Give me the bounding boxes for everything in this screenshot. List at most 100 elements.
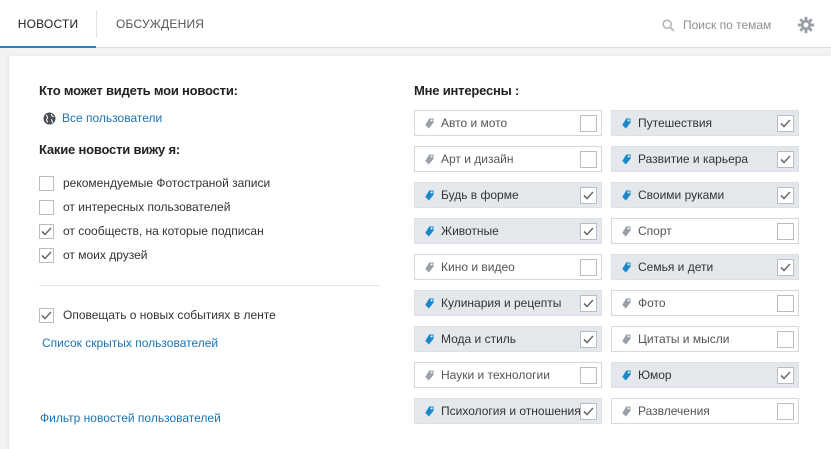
topic-item[interactable]: Арт и дизайн bbox=[414, 146, 602, 172]
topic-label: Будь в форме bbox=[441, 188, 519, 202]
tag-icon bbox=[622, 406, 631, 416]
topic-checkbox[interactable] bbox=[777, 403, 794, 420]
topic-checkbox[interactable] bbox=[777, 259, 794, 276]
divider bbox=[39, 285, 379, 286]
topic-label: Арт и дизайн bbox=[441, 152, 514, 166]
option-recommended[interactable]: рекомендуемые Фотостраной записи bbox=[39, 175, 270, 191]
topic-item[interactable]: Фото bbox=[611, 290, 799, 316]
topic-item[interactable]: Юмор bbox=[611, 362, 799, 388]
tag-icon bbox=[622, 226, 631, 236]
topic-checkbox[interactable] bbox=[580, 295, 597, 312]
topic-item[interactable]: Развитие и карьера bbox=[611, 146, 799, 172]
topic-item[interactable]: Путешествия bbox=[611, 110, 799, 136]
topic-label: Путешествия bbox=[638, 116, 713, 130]
checkbox[interactable] bbox=[39, 175, 54, 191]
topic-label: Авто и мото bbox=[441, 116, 508, 130]
topic-checkbox[interactable] bbox=[580, 187, 597, 204]
topic-item[interactable]: Цитаты и мысли bbox=[611, 326, 799, 352]
topic-item[interactable]: Кулинария и рецепты bbox=[414, 290, 602, 316]
tag-icon bbox=[425, 370, 434, 380]
option-friends[interactable]: от моих друзей bbox=[39, 247, 148, 263]
tag-icon bbox=[425, 298, 434, 308]
tag-icon bbox=[425, 154, 434, 164]
topic-label: Юмор bbox=[638, 368, 672, 382]
topic-item[interactable]: Авто и мото bbox=[414, 110, 602, 136]
interests-title: Мне интересны : bbox=[414, 83, 520, 98]
tag-icon bbox=[622, 298, 631, 308]
tab-discussions[interactable]: ОБСУЖДЕНИЯ bbox=[116, 0, 204, 48]
topic-checkbox[interactable] bbox=[777, 151, 794, 168]
topic-label: Психология и отношения bbox=[441, 404, 581, 418]
topic-item[interactable]: Науки и технологии bbox=[414, 362, 602, 388]
topic-label: Развлечения bbox=[638, 404, 710, 418]
checkbox[interactable] bbox=[39, 247, 54, 263]
topic-checkbox[interactable] bbox=[777, 331, 794, 348]
topic-checkbox[interactable] bbox=[580, 115, 597, 132]
topic-checkbox[interactable] bbox=[580, 223, 597, 240]
visibility-selector[interactable]: Все пользователи bbox=[43, 111, 162, 125]
tag-icon bbox=[425, 118, 434, 128]
option-communities[interactable]: от сообществ, на которые подписан bbox=[39, 223, 264, 239]
topic-item[interactable]: Психология и отношения bbox=[414, 398, 602, 424]
topic-checkbox[interactable] bbox=[777, 223, 794, 240]
visibility-value: Все пользователи bbox=[62, 111, 163, 125]
topic-checkbox[interactable] bbox=[580, 331, 597, 348]
topic-checkbox[interactable] bbox=[777, 367, 794, 384]
checkbox[interactable] bbox=[39, 223, 54, 239]
topic-item[interactable]: Спорт bbox=[611, 218, 799, 244]
option-label: рекомендуемые Фотостраной записи bbox=[63, 176, 271, 190]
checkbox[interactable] bbox=[39, 307, 54, 323]
option-label: от интересных пользователей bbox=[63, 200, 231, 214]
topic-label: Кулинария и рецепты bbox=[441, 296, 562, 310]
topic-label: Кино и видео bbox=[441, 260, 515, 274]
option-label: Оповещать о новых событиях в ленте bbox=[63, 308, 276, 322]
topic-item[interactable]: Развлечения bbox=[611, 398, 799, 424]
topic-item[interactable]: Своими руками bbox=[611, 182, 799, 208]
topic-checkbox[interactable] bbox=[580, 151, 597, 168]
option-label: от моих друзей bbox=[63, 248, 148, 262]
topic-item[interactable]: Кино и видео bbox=[414, 254, 602, 280]
search-placeholder: Поиск по темам bbox=[683, 18, 772, 32]
topic-checkbox[interactable] bbox=[580, 403, 597, 420]
news-settings-panel: Кто может видеть мои новости: Все пользо… bbox=[9, 56, 831, 449]
tag-icon bbox=[622, 334, 631, 344]
topic-checkbox[interactable] bbox=[580, 367, 597, 384]
topic-checkbox[interactable] bbox=[580, 259, 597, 276]
gear-icon[interactable] bbox=[797, 16, 815, 34]
topic-item[interactable]: Мода и стиль bbox=[414, 326, 602, 352]
globe-icon bbox=[43, 112, 56, 124]
topic-label: Науки и технологии bbox=[441, 368, 550, 382]
tab-news[interactable]: НОВОСТИ bbox=[0, 0, 96, 48]
topic-item[interactable]: Семья и дети bbox=[611, 254, 799, 280]
topic-search[interactable]: Поиск по темам bbox=[662, 16, 771, 34]
topic-checkbox[interactable] bbox=[777, 115, 794, 132]
topic-item[interactable]: Будь в форме bbox=[414, 182, 602, 208]
topic-checkbox[interactable] bbox=[777, 187, 794, 204]
hidden-users-link[interactable]: Список скрытых пользователей bbox=[42, 336, 218, 350]
visibility-title: Кто может видеть мои новости: bbox=[39, 83, 238, 98]
topic-label: Развитие и карьера bbox=[638, 152, 749, 166]
topic-label: Фото bbox=[638, 296, 666, 310]
tag-icon bbox=[425, 406, 434, 416]
tab-separator bbox=[96, 10, 97, 38]
option-notify[interactable]: Оповещать о новых событиях в ленте bbox=[39, 307, 276, 323]
top-bar: НОВОСТИ ОБСУЖДЕНИЯ Поиск по темам bbox=[0, 0, 831, 48]
topic-checkbox[interactable] bbox=[777, 295, 794, 312]
tag-icon bbox=[622, 190, 631, 200]
tag-icon bbox=[622, 262, 631, 272]
tag-icon bbox=[425, 334, 434, 344]
option-interesting-users[interactable]: от интересных пользователей bbox=[39, 199, 230, 215]
which-news-title: Какие новости вижу я: bbox=[39, 142, 181, 157]
topic-label: Спорт bbox=[638, 224, 672, 238]
topic-item[interactable]: Животные bbox=[414, 218, 602, 244]
filter-news-link[interactable]: Фильтр новостей пользователей bbox=[40, 411, 221, 425]
tag-icon bbox=[622, 370, 631, 380]
topic-label: Цитаты и мысли bbox=[638, 332, 730, 346]
checkbox[interactable] bbox=[39, 199, 54, 215]
topic-label: Мода и стиль bbox=[441, 332, 517, 346]
topic-label: Своими руками bbox=[638, 188, 725, 202]
topic-label: Семья и дети bbox=[638, 260, 714, 274]
tag-icon bbox=[622, 154, 631, 164]
tag-icon bbox=[425, 262, 434, 272]
tag-icon bbox=[622, 118, 631, 128]
